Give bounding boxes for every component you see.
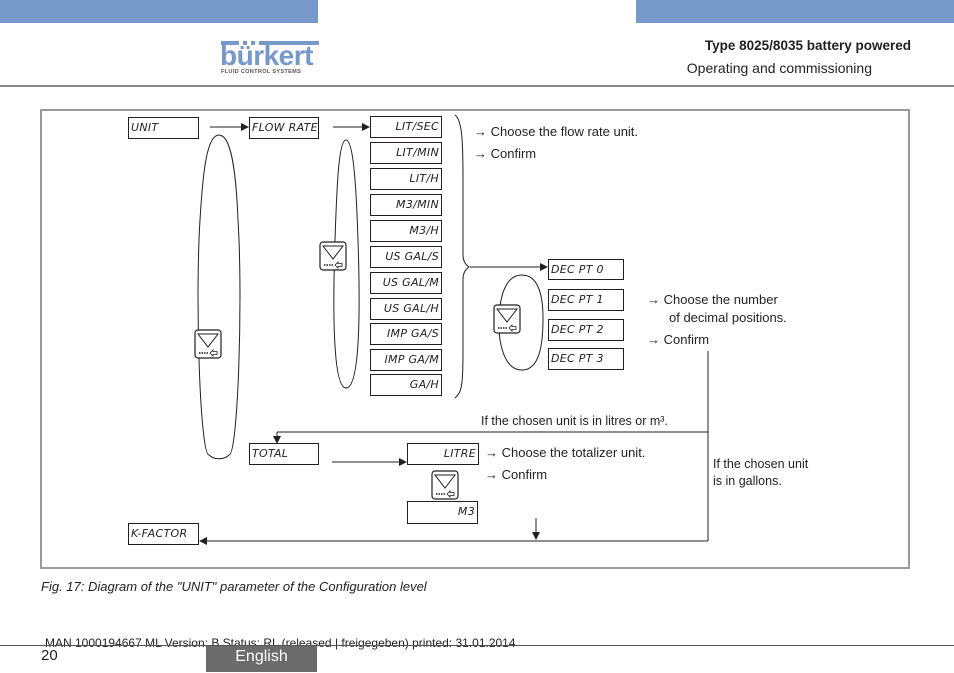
loop-unit-level (197, 134, 241, 460)
lcd-decimal: DEC PT 2 (548, 319, 624, 341)
lcd-decimal: DEC PT 1 (548, 289, 624, 311)
gallons-condition: is in gallons. (713, 474, 782, 488)
down-arrow-key-icon (493, 304, 521, 334)
lcd-flow-unit: LIT/MIN (370, 142, 442, 164)
down-arrow-key-icon (319, 241, 347, 271)
lcd-k-factor: K-FACTOR (128, 523, 199, 545)
page-number: 20 (41, 647, 58, 664)
lcd-flow-unit: GA/H (370, 374, 442, 396)
lcd-total: TOTAL (249, 443, 319, 465)
footer-divider (0, 645, 954, 646)
decimal-note: → Choose the number (647, 292, 778, 307)
litres-condition: If the chosen unit is in litres or m³. (481, 414, 668, 428)
down-arrow-key-icon (194, 329, 222, 359)
lcd-flow-unit: IMP GA/S (370, 323, 442, 345)
lcd-flow-unit: LIT/H (370, 168, 442, 190)
down-arrow-key-icon (431, 470, 459, 500)
lcd-flow-unit: IMP GA/M (370, 349, 442, 371)
lcd-unit: UNIT (128, 117, 199, 139)
totalizer-note: → Choose the totalizer unit. (485, 445, 646, 460)
lcd-flow-unit: LIT/SEC (370, 116, 442, 138)
flow-rate-note: → Confirm (474, 146, 537, 161)
totalizer-note: → Confirm (485, 467, 548, 482)
language-tab: English (206, 646, 317, 672)
lcd-flow-unit: M3/H (370, 220, 442, 242)
flow-rate-note: → Choose the flow rate unit. (474, 124, 639, 139)
lcd-flow-unit: US GAL/S (370, 246, 442, 268)
lcd-flow-unit: US GAL/M (370, 272, 442, 294)
lcd-flow-unit: M3/MIN (370, 194, 442, 216)
decimal-note: → Confirm (647, 332, 710, 347)
unit-diagram (194, 114, 709, 545)
lcd-flow-rate: FLOW RATE (249, 117, 319, 139)
lcd-totalizer-unit: LITRE (407, 443, 479, 465)
lcd-totalizer-unit: M3 (407, 501, 478, 524)
decimal-note: of decimal positions. (669, 310, 787, 325)
gallons-condition: If the chosen unit (713, 457, 809, 471)
lcd-decimal: DEC PT 0 (548, 259, 624, 280)
lcd-decimal: DEC PT 3 (548, 348, 624, 370)
figure-caption: Fig. 17: Diagram of the "UNIT" parameter… (41, 579, 427, 594)
lcd-flow-unit: US GAL/H (370, 298, 442, 320)
brace-flowrate (454, 114, 470, 399)
